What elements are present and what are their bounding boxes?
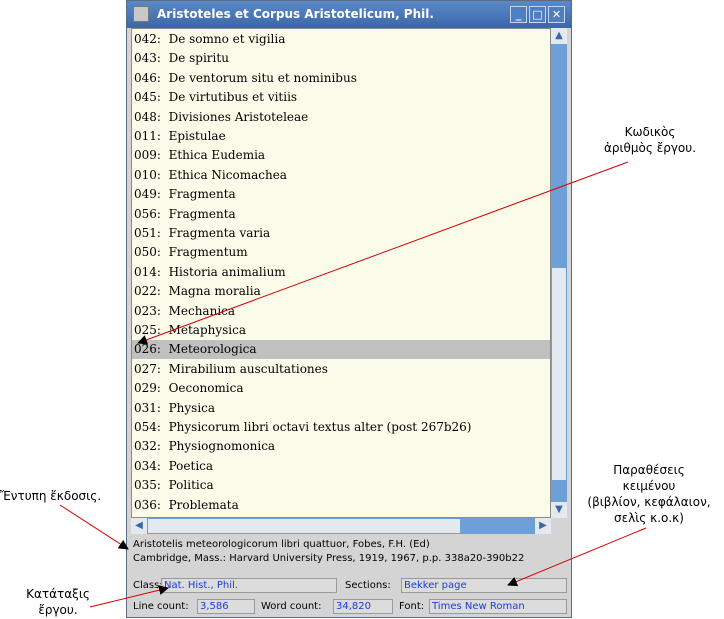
annotation-citations-line3: (βιβλίον, κεφάλαιον, xyxy=(587,495,711,509)
annotation-work-code: Κωδικὸς ἀριθμὸς ἔργου. xyxy=(580,124,720,156)
annotation-classification-line2: ἔργου. xyxy=(38,603,78,617)
annotation-citations: Παραθέσεις κειμένου (βιβλίον, κεφάλαιον,… xyxy=(574,462,724,526)
annotation-classification: Κατάταξις ἔργου. xyxy=(18,586,98,618)
annotation-citations-line4: σελὶς κ.ο.κ) xyxy=(614,511,684,525)
annotation-citations-line1: Παραθέσεις xyxy=(613,463,685,477)
annotation-printed-edition: Ἔντυπη ἔκδοσις. xyxy=(0,489,102,503)
arrow-printed-edition xyxy=(59,504,129,550)
annotation-citations-line2: κειμένου xyxy=(622,479,676,493)
arrow-citations xyxy=(507,527,647,587)
annotation-work-code-line2: ἀριθμὸς ἔργου. xyxy=(603,141,697,155)
arrow-classification xyxy=(89,585,169,608)
arrow-work-code xyxy=(137,161,629,345)
annotation-work-code-line1: Κωδικὸς xyxy=(624,125,676,139)
annotation-classification-line1: Κατάταξις xyxy=(26,587,90,601)
annotation-arrows xyxy=(59,161,647,608)
